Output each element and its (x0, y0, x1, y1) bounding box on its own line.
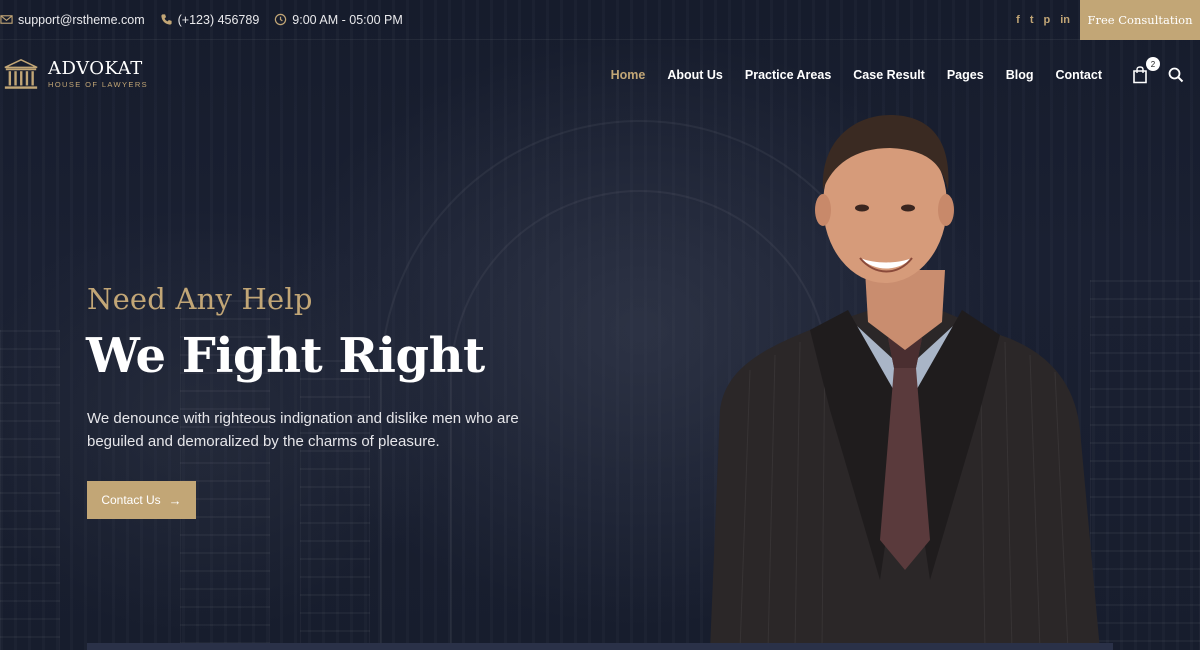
background-shelf (0, 330, 60, 650)
nav-item-blog[interactable]: Blog (1006, 68, 1034, 82)
logo-tagline: HOUSE OF LAWYERS (48, 80, 149, 89)
hours-text: 9:00 AM - 05:00 PM (292, 12, 403, 27)
nav-item-about-us[interactable]: About Us (667, 68, 723, 82)
logo[interactable]: ADVOKAT HOUSE OF LAWYERS (2, 56, 148, 94)
main-header: ADVOKAT HOUSE OF LAWYERS Home About Us P… (0, 40, 1200, 110)
hours-info: 9:00 AM - 05:00 PM (274, 12, 403, 27)
facebook-icon[interactable]: f (1016, 14, 1020, 26)
logo-text: ADVOKAT HOUSE OF LAWYERS (48, 59, 148, 91)
main-nav: Home About Us Practice Areas Case Result… (589, 57, 1184, 84)
hero-description: We denounce with righteous indignation a… (87, 410, 519, 450)
nav-item-case-result[interactable]: Case Result (853, 68, 925, 82)
contact-us-label: Contact Us (101, 493, 161, 507)
email-info[interactable]: support@rstheme.com (0, 13, 145, 27)
pinterest-icon[interactable]: p (1043, 14, 1050, 26)
free-consultation-button[interactable]: Free Consultation (1080, 0, 1200, 40)
hero-bottom-strip (87, 643, 1113, 650)
courthouse-icon (4, 58, 38, 89)
clock-icon (275, 13, 287, 26)
arrow-right-icon: → (168, 492, 182, 508)
phone-info[interactable]: (+123) 456789 (160, 12, 260, 27)
nav-item-practice-areas[interactable]: Practice Areas (745, 68, 831, 82)
nav-item-contact[interactable]: Contact (1055, 68, 1102, 82)
hero-pretitle: Need Any Help (87, 282, 313, 316)
contact-us-button[interactable]: Contact Us → (87, 481, 196, 519)
social-links: f t p in (1016, 14, 1070, 26)
top-bar: support@rstheme.com (+123) 456789 9:00 A… (0, 0, 1200, 40)
cart-button[interactable]: 2 (1132, 57, 1160, 84)
linkedin-icon[interactable]: in (1060, 14, 1070, 26)
background-shelf (300, 360, 370, 650)
top-bar-right: f t p in Free Consultation (1016, 0, 1200, 40)
phone-icon (161, 14, 172, 25)
email-text: support@rstheme.com (18, 12, 145, 27)
shopping-bag-icon (1133, 66, 1147, 84)
phone-text: (+123) 456789 (177, 12, 260, 27)
envelope-icon (0, 15, 13, 24)
logo-name: ADVOKAT (48, 58, 143, 79)
nav-item-pages[interactable]: Pages (947, 68, 984, 82)
search-icon[interactable] (1168, 67, 1184, 83)
nav-item-home[interactable]: Home (611, 68, 646, 82)
lawyer-portrait (710, 115, 1100, 650)
hero-title: We Fight Right (86, 328, 485, 384)
twitter-icon[interactable]: t (1030, 14, 1034, 26)
cart-count-badge: 2 (1146, 57, 1160, 71)
